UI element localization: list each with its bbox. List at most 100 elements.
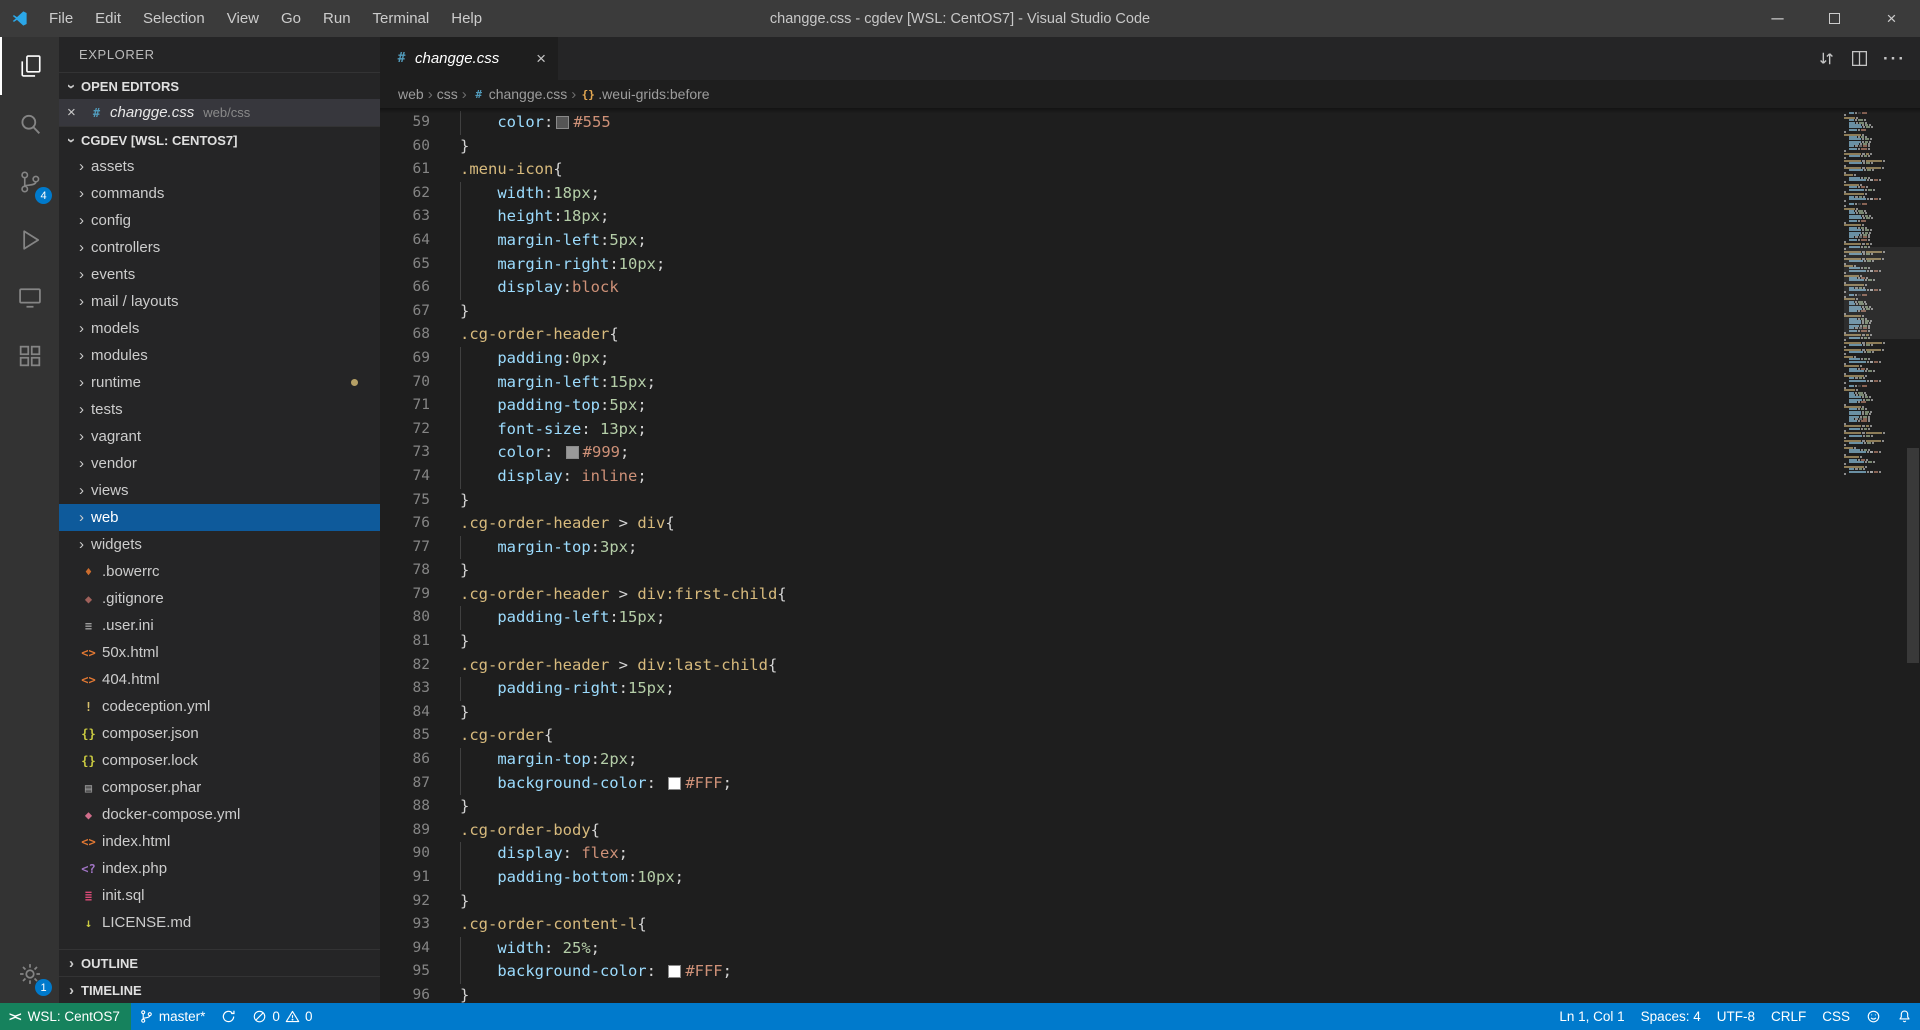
activitybar-explorer[interactable] [0, 37, 59, 95]
breadcrumb-item-web[interactable]: web [398, 86, 424, 102]
code-line[interactable]: 64 margin-left:5px; [380, 229, 1920, 253]
code-line[interactable]: 66 display:block [380, 276, 1920, 300]
maximize-button[interactable] [1806, 0, 1863, 37]
code-line[interactable]: 83 padding-right:15px; [380, 677, 1920, 701]
color-swatch[interactable] [668, 777, 681, 790]
eol-selector[interactable]: CRLF [1763, 1003, 1814, 1030]
language-mode[interactable]: CSS [1814, 1003, 1858, 1030]
tab-changge-css[interactable]: # changge.css × [380, 37, 558, 80]
color-swatch[interactable] [556, 116, 569, 129]
minimap-slider[interactable] [1844, 247, 1920, 339]
folder-config[interactable]: ›config [59, 207, 380, 234]
code-line[interactable]: 88} [380, 795, 1920, 819]
code-line[interactable]: 73 color: #999; [380, 441, 1920, 465]
code-line[interactable]: 84} [380, 701, 1920, 725]
code-line[interactable]: 95 background-color: #FFF; [380, 960, 1920, 984]
activitybar-manage[interactable]: 1 [0, 945, 59, 1003]
file-composer-phar[interactable]: ▤composer.phar [59, 774, 380, 801]
code-line[interactable]: 93.cg-order-content-l{ [380, 913, 1920, 937]
outline-header[interactable]: › OUTLINE [59, 949, 380, 976]
code-line[interactable]: 78} [380, 559, 1920, 583]
notifications-bell[interactable] [1889, 1003, 1920, 1030]
code-line[interactable]: 92} [380, 890, 1920, 914]
code-line[interactable]: 69 padding:0px; [380, 347, 1920, 371]
code-line[interactable]: 85.cg-order{ [380, 724, 1920, 748]
open-changes-icon[interactable] [1817, 49, 1836, 68]
folder-web[interactable]: ›web [59, 504, 380, 531]
file-license-md[interactable]: ↓LICENSE.md [59, 909, 380, 936]
color-swatch[interactable] [668, 965, 681, 978]
code-line[interactable]: 67} [380, 300, 1920, 324]
editor-scrollbar[interactable] [1906, 108, 1920, 1003]
code-line[interactable]: 62 width:18px; [380, 182, 1920, 206]
menu-help[interactable]: Help [440, 0, 493, 37]
code-line[interactable]: 87 background-color: #FFF; [380, 772, 1920, 796]
code-line[interactable]: 96} [380, 984, 1920, 1003]
code-line[interactable]: 74 display: inline; [380, 465, 1920, 489]
remote-indicator[interactable]: >< WSL: CentOS7 [0, 1003, 131, 1030]
close-icon[interactable]: × [536, 49, 546, 69]
file-404-html[interactable]: <>404.html [59, 666, 380, 693]
activitybar-run-and-debug[interactable] [0, 211, 59, 269]
code-editor[interactable]: 59 color:#55560}61.menu-icon{62 width:18… [380, 108, 1920, 1003]
code-line[interactable]: 63 height:18px; [380, 205, 1920, 229]
menu-go[interactable]: Go [270, 0, 312, 37]
code-line[interactable]: 72 font-size: 13px; [380, 418, 1920, 442]
code-line[interactable]: 70 margin-left:15px; [380, 371, 1920, 395]
git-branch[interactable]: master* [131, 1003, 214, 1030]
code-line[interactable]: 82.cg-order-header > div:last-child{ [380, 654, 1920, 678]
code-line[interactable]: 94 width: 25%; [380, 937, 1920, 961]
code-line[interactable]: 77 margin-top:3px; [380, 536, 1920, 560]
menu-edit[interactable]: Edit [84, 0, 132, 37]
folder-runtime[interactable]: ›runtime [59, 369, 380, 396]
file-docker-compose-yml[interactable]: ◆docker-compose.yml [59, 801, 380, 828]
timeline-header[interactable]: › TIMELINE [59, 976, 380, 1003]
code-line[interactable]: 61.menu-icon{ [380, 158, 1920, 182]
activitybar-source-control[interactable]: 4 [0, 153, 59, 211]
folder-widgets[interactable]: ›widgets [59, 531, 380, 558]
code-line[interactable]: 68.cg-order-header{ [380, 323, 1920, 347]
open-editor-item[interactable]: × # changge.css web/css [59, 99, 380, 126]
code-line[interactable]: 86 margin-top:2px; [380, 748, 1920, 772]
file-index-php[interactable]: <?index.php [59, 855, 380, 882]
color-swatch[interactable] [566, 446, 579, 459]
file-composer-json[interactable]: {}composer.json [59, 720, 380, 747]
problems-indicator[interactable]: 0 0 [244, 1003, 320, 1030]
more-actions-icon[interactable]: ··· [1883, 49, 1906, 69]
file-init-sql[interactable]: ≣init.sql [59, 882, 380, 909]
sync-button[interactable] [213, 1003, 244, 1030]
folder-views[interactable]: ›views [59, 477, 380, 504]
folder-controllers[interactable]: ›controllers [59, 234, 380, 261]
code-line[interactable]: 91 padding-bottom:10px; [380, 866, 1920, 890]
folder-models[interactable]: ›models [59, 315, 380, 342]
code-line[interactable]: 59 color:#555 [380, 111, 1920, 135]
menu-file[interactable]: File [38, 0, 84, 37]
folder-events[interactable]: ›events [59, 261, 380, 288]
activitybar-search[interactable] [0, 95, 59, 153]
code-line[interactable]: 80 padding-left:15px; [380, 606, 1920, 630]
scrollbar-thumb[interactable] [1907, 448, 1919, 663]
folder-modules[interactable]: ›modules [59, 342, 380, 369]
breadcrumb-item-changge-css[interactable]: #changge.css [471, 86, 568, 102]
code-line[interactable]: 71 padding-top:5px; [380, 394, 1920, 418]
breadcrumb-item-css[interactable]: css [437, 86, 458, 102]
folder-vagrant[interactable]: ›vagrant [59, 423, 380, 450]
folder-vendor[interactable]: ›vendor [59, 450, 380, 477]
indentation[interactable]: Spaces: 4 [1633, 1003, 1709, 1030]
code-line[interactable]: 79.cg-order-header > div:first-child{ [380, 583, 1920, 607]
folder-mail-layouts[interactable]: ›mail / layouts [59, 288, 380, 315]
folder-assets[interactable]: ›assets [59, 153, 380, 180]
file-50x-html[interactable]: <>50x.html [59, 639, 380, 666]
encoding[interactable]: UTF-8 [1709, 1003, 1763, 1030]
workspace-header[interactable]: › CGDEV [WSL: CENTOS7] [59, 126, 380, 153]
menu-terminal[interactable]: Terminal [362, 0, 441, 37]
minimize-button[interactable]: ─ [1749, 0, 1806, 37]
close-button[interactable]: × [1863, 0, 1920, 37]
activitybar-extensions[interactable] [0, 327, 59, 385]
folder-commands[interactable]: ›commands [59, 180, 380, 207]
folder-tests[interactable]: ›tests [59, 396, 380, 423]
minimap[interactable] [1844, 108, 1906, 1003]
code-line[interactable]: 60} [380, 135, 1920, 159]
file-gitignore[interactable]: ◆.gitignore [59, 585, 380, 612]
file-bowerrc[interactable]: ♦.bowerrc [59, 558, 380, 585]
